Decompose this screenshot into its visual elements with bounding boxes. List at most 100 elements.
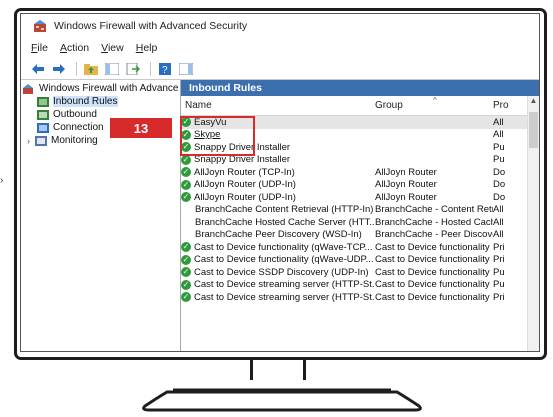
table-row[interactable]: ✓ Cast to Device functionality (qWave-UDP… (181, 254, 539, 267)
table-row[interactable]: ✓ Cast to Device streaming server (HTTP-S… (181, 291, 539, 304)
rule-name-cell: ✓ Cast to Device functionality (qWave-TCP… (181, 242, 375, 253)
column-name[interactable]: Name (181, 100, 375, 111)
rule-group: AllJoyn Router (375, 191, 437, 203)
enabled-check-icon: ✓ (181, 154, 191, 165)
export-icon (126, 62, 140, 75)
export-list-button[interactable] (124, 61, 142, 77)
toolbar: ? (21, 58, 539, 80)
show-hide-tree-button[interactable] (103, 61, 121, 77)
enabled-check-icon: ✓ (181, 179, 191, 190)
connection-icon (37, 122, 49, 133)
title-bar: Windows Firewall with Advanced Security (21, 14, 539, 38)
rule-name-cell: BranchCache Content Retrieval (HTTP-In) (181, 204, 375, 215)
table-row[interactable]: ✓ AllJoyn Router (UDP-In) AllJoyn Router Do (181, 179, 539, 192)
rule-group: BranchCache - Hosted Cach... (375, 216, 493, 228)
rule-profile: Pri (493, 241, 505, 253)
up-level-button[interactable] (82, 61, 100, 77)
rule-profile: Pu (493, 154, 505, 166)
rule-name: AllJoyn Router (UDP-In) (194, 179, 296, 191)
rule-profile: All (493, 229, 504, 241)
rule-name: Cast to Device SSDP Discovery (UDP-In) (194, 266, 369, 278)
monitoring-icon (35, 135, 47, 146)
rule-group: BranchCache - Peer Discove... (375, 229, 493, 241)
pointer-mark: › (0, 175, 4, 186)
screen: Windows Firewall with Advanced Security … (20, 13, 540, 352)
menu-view[interactable]: View (101, 42, 124, 54)
outbound-rules-icon (37, 109, 49, 120)
rule-name: BranchCache Peer Discovery (WSD-In) (195, 229, 362, 241)
firewall-icon (34, 20, 46, 32)
window-title: Windows Firewall with Advanced Security (54, 20, 248, 32)
back-button[interactable] (29, 61, 47, 77)
rule-profile: Pri (493, 254, 505, 266)
tree-item-inbound-rules[interactable]: Inbound Rules (21, 95, 180, 108)
enabled-check-icon: ✓ (181, 254, 191, 265)
menu-bar: File Action View Help (21, 38, 539, 58)
scroll-up-icon[interactable]: ▲ (528, 96, 539, 110)
enabled-check-icon: ✓ (181, 267, 191, 278)
help-button[interactable]: ? (156, 61, 174, 77)
firewall-icon (23, 83, 33, 94)
enabled-check-icon: ✓ (181, 192, 191, 203)
rule-profile: Pu (493, 279, 505, 291)
rule-group: BranchCache - Content Retr... (375, 204, 493, 216)
action-pane-icon (179, 62, 193, 75)
rule-name-cell: ✓ Cast to Device streaming server (HTTP-S… (181, 279, 375, 290)
rule-profile: All (493, 116, 504, 128)
rule-profile: Do (493, 191, 506, 203)
monitor-base (142, 388, 422, 412)
rule-profile: Do (493, 166, 506, 178)
column-profile[interactable]: Pro (493, 100, 517, 111)
tree-item-root[interactable]: Windows Firewall with Advance (21, 82, 180, 95)
vertical-scrollbar[interactable]: ▲ (527, 96, 539, 351)
rule-name: Cast to Device functionality (qWave-TCP.… (194, 241, 373, 253)
table-row[interactable]: ✓ AllJoyn Router (TCP-In) AllJoyn Router Do (181, 166, 539, 179)
column-headers: Name Group Pro ^ (181, 96, 539, 116)
table-row[interactable]: ✓ Cast to Device SSDP Discovery (UDP-In) C… (181, 266, 539, 279)
menu-file[interactable]: File (31, 42, 48, 54)
enabled-check-icon: ✓ (181, 167, 191, 178)
scroll-thumb[interactable] (529, 112, 538, 148)
expand-arrow-icon[interactable]: › (27, 136, 35, 146)
rule-name: BranchCache Content Retrieval (HTTP-In) (195, 204, 374, 216)
rule-name: AllJoyn Router (UDP-In) (194, 191, 296, 203)
rule-group: Cast to Device functionality (375, 266, 490, 278)
rule-profile: Do (493, 179, 506, 191)
rule-name: Cast to Device streaming server (HTTP-St… (194, 291, 375, 303)
toolbar-separator (150, 61, 151, 76)
rule-name-cell: ✓ Cast to Device streaming server (HTTP-S… (181, 292, 375, 303)
menu-help[interactable]: Help (136, 42, 158, 54)
rule-group: AllJoyn Router (375, 179, 437, 191)
rule-name: BranchCache Hosted Cache Server (HTT... (195, 216, 375, 228)
menu-action[interactable]: Action (60, 42, 89, 54)
table-row[interactable]: ✓ Cast to Device functionality (qWave-TCP… (181, 241, 539, 254)
table-row[interactable]: ✓ Cast to Device streaming server (HTTP-S… (181, 279, 539, 292)
rule-name-cell: ✓ Cast to Device functionality (qWave-UDP… (181, 254, 375, 265)
table-row[interactable]: BranchCache Peer Discovery (WSD-In) Branc… (181, 229, 539, 242)
callout-number: 13 (110, 118, 172, 138)
rule-profile: Pri (493, 291, 505, 303)
folder-up-icon (84, 63, 98, 75)
rule-group: Cast to Device functionality (375, 241, 490, 253)
rule-name-cell: BranchCache Peer Discovery (WSD-In) (181, 229, 375, 240)
inbound-rules-icon (37, 96, 49, 107)
rule-name: Cast to Device streaming server (HTTP-St… (194, 279, 375, 291)
table-row[interactable]: BranchCache Hosted Cache Server (HTT... B… (181, 216, 539, 229)
forward-button[interactable] (50, 61, 68, 77)
enabled-check-icon: ✓ (181, 242, 191, 253)
table-row[interactable]: ✓ AllJoyn Router (UDP-In) AllJoyn Router Do (181, 191, 539, 204)
rule-profile: Pu (493, 266, 505, 278)
tree-pane-icon (105, 62, 119, 75)
svg-text:?: ? (162, 65, 168, 75)
toolbar-separator (76, 61, 77, 76)
show-action-pane-button[interactable] (177, 61, 195, 77)
arrow-left-icon (32, 63, 44, 74)
table-row[interactable]: BranchCache Content Retrieval (HTTP-In) B… (181, 204, 539, 217)
arrow-right-icon (53, 63, 65, 74)
rule-profile: All (493, 204, 504, 216)
rule-name-cell: ✓ AllJoyn Router (UDP-In) (181, 179, 375, 190)
panes: Windows Firewall with Advance Inbound Ru… (21, 80, 539, 351)
enabled-check-icon: ✓ (181, 279, 191, 290)
rule-profile: Pu (493, 141, 505, 153)
rule-name: AllJoyn Router (TCP-In) (194, 166, 295, 178)
